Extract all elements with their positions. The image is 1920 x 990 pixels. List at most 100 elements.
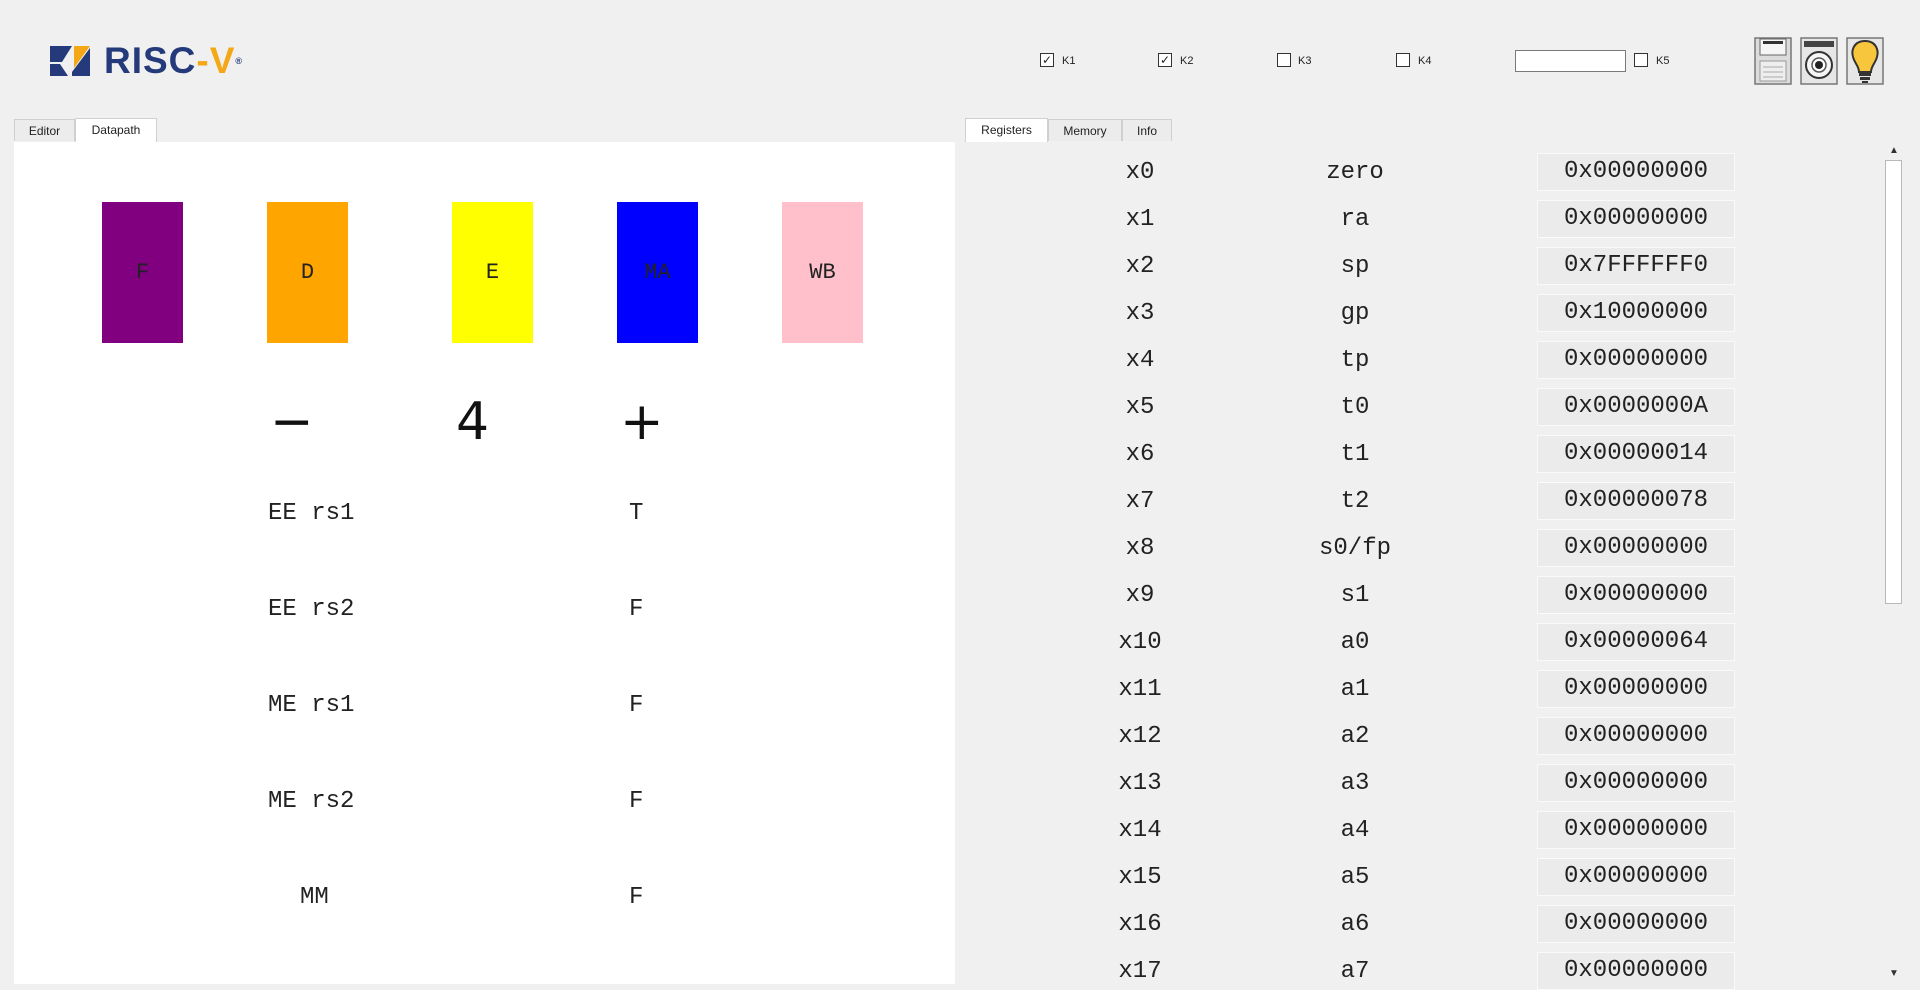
k4-label: K4: [1418, 55, 1432, 67]
hazard-label: ME rs2: [268, 788, 355, 815]
register-abi-name: zero: [1326, 159, 1384, 186]
register-abi-name: t2: [1340, 488, 1370, 515]
risc-v-logo-mark: [50, 46, 90, 76]
speed-decrease-button[interactable]: −: [270, 392, 314, 452]
register-abi-name: a0: [1340, 629, 1370, 656]
camera-icon[interactable]: [1800, 37, 1838, 85]
tab-editor[interactable]: Editor: [14, 119, 75, 141]
register-value[interactable]: 0x00000000: [1537, 952, 1735, 990]
register-abi-name: t1: [1340, 441, 1370, 468]
register-abi-name: tp: [1340, 347, 1370, 374]
register-value[interactable]: 0x00000000: [1537, 576, 1735, 614]
register-name: x8: [1125, 535, 1155, 562]
register-abi-name: a5: [1340, 864, 1370, 891]
register-name: x3: [1125, 300, 1155, 327]
hazard-value: F: [629, 884, 644, 911]
tab-registers[interactable]: Registers: [965, 118, 1048, 142]
k2-checkbox[interactable]: ✓: [1158, 53, 1172, 67]
register-value[interactable]: 0x00000014: [1537, 435, 1735, 473]
register-abi-name: a7: [1340, 958, 1370, 985]
register-name: x7: [1125, 488, 1155, 515]
register-value[interactable]: 0x10000000: [1537, 294, 1735, 332]
hazard-label: EE rs2: [268, 596, 355, 623]
hazard-label: EE rs1: [268, 500, 355, 527]
register-name: x9: [1125, 582, 1155, 609]
stage-memory-access: MA: [617, 202, 698, 343]
hazard-value: F: [629, 788, 644, 815]
register-abi-name: a3: [1340, 770, 1370, 797]
tab-datapath[interactable]: Datapath: [75, 118, 157, 142]
hazard-value: F: [629, 692, 644, 719]
stage-decode: D: [267, 202, 348, 343]
hazard-value: F: [629, 596, 644, 623]
register-value[interactable]: 0x00000000: [1537, 200, 1735, 238]
register-name: x1: [1125, 206, 1155, 233]
register-value[interactable]: 0x00000000: [1537, 717, 1735, 755]
register-name: x11: [1118, 676, 1162, 703]
stage-fetch: F: [102, 202, 183, 343]
register-abi-name: s1: [1340, 582, 1370, 609]
k5-input[interactable]: [1515, 50, 1626, 72]
scroll-down-arrow[interactable]: ▼: [1885, 966, 1903, 982]
scrollbar-thumb[interactable]: [1885, 160, 1902, 604]
register-abi-name: a4: [1340, 817, 1370, 844]
logo-brand: RISC: [104, 40, 197, 81]
register-value[interactable]: 0x00000064: [1537, 623, 1735, 661]
register-value[interactable]: 0x00000000: [1537, 670, 1735, 708]
register-name: x15: [1118, 864, 1162, 891]
register-abi-name: a6: [1340, 911, 1370, 938]
k3-checkbox[interactable]: [1277, 53, 1291, 67]
register-name: x17: [1118, 958, 1162, 985]
stage-writeback: WB: [782, 202, 863, 343]
hazard-value: T: [629, 500, 644, 527]
register-value[interactable]: 0x00000078: [1537, 482, 1735, 520]
register-value[interactable]: 0x00000000: [1537, 858, 1735, 896]
register-name: x12: [1118, 723, 1162, 750]
k1-label: K1: [1062, 55, 1076, 67]
stage-execute: E: [452, 202, 533, 343]
register-value[interactable]: 0x00000000: [1537, 905, 1735, 943]
k1-checkbox[interactable]: ✓: [1040, 53, 1054, 67]
register-name: x14: [1118, 817, 1162, 844]
register-abi-name: gp: [1340, 300, 1370, 327]
logo-dash: -: [196, 40, 210, 81]
register-value[interactable]: 0x00000000: [1537, 341, 1735, 379]
hazard-label: MM: [300, 884, 329, 911]
register-name: x10: [1118, 629, 1162, 656]
speed-value: 4: [456, 392, 490, 452]
register-value[interactable]: 0x00000000: [1537, 153, 1735, 191]
k5-checkbox[interactable]: [1634, 53, 1648, 67]
scroll-up-arrow[interactable]: ▲: [1885, 143, 1903, 159]
register-abi-name: ra: [1340, 206, 1370, 233]
tab-memory[interactable]: Memory: [1048, 119, 1122, 141]
register-value[interactable]: 0x7FFFFFF0: [1537, 247, 1735, 285]
k5-label: K5: [1656, 55, 1670, 67]
register-abi-name: t0: [1340, 394, 1370, 421]
k4-checkbox[interactable]: [1396, 53, 1410, 67]
logo-registered: ®: [235, 56, 244, 66]
lightbulb-icon[interactable]: [1846, 37, 1884, 85]
register-abi-name: sp: [1340, 253, 1370, 280]
register-name: x4: [1125, 347, 1155, 374]
register-abi-name: a2: [1340, 723, 1370, 750]
save-icon[interactable]: [1754, 37, 1792, 85]
logo-tail: V: [209, 40, 236, 81]
register-name: x6: [1125, 441, 1155, 468]
register-abi-name: a1: [1340, 676, 1370, 703]
k3-label: K3: [1298, 55, 1312, 67]
register-name: x16: [1118, 911, 1162, 938]
hazard-label: ME rs1: [268, 692, 355, 719]
speed-increase-button[interactable]: +: [620, 392, 664, 452]
register-name: x13: [1118, 770, 1162, 797]
register-value[interactable]: 0x00000000: [1537, 764, 1735, 802]
k2-label: K2: [1180, 55, 1194, 67]
risc-v-wordmark: RISC-V®: [104, 39, 243, 83]
register-value[interactable]: 0x0000000A: [1537, 388, 1735, 426]
register-name: x0: [1125, 159, 1155, 186]
register-name: x2: [1125, 253, 1155, 280]
tab-info[interactable]: Info: [1122, 119, 1172, 141]
register-value[interactable]: 0x00000000: [1537, 529, 1735, 567]
register-abi-name: s0/fp: [1318, 535, 1391, 562]
register-value[interactable]: 0x00000000: [1537, 811, 1735, 849]
register-name: x5: [1125, 394, 1155, 421]
